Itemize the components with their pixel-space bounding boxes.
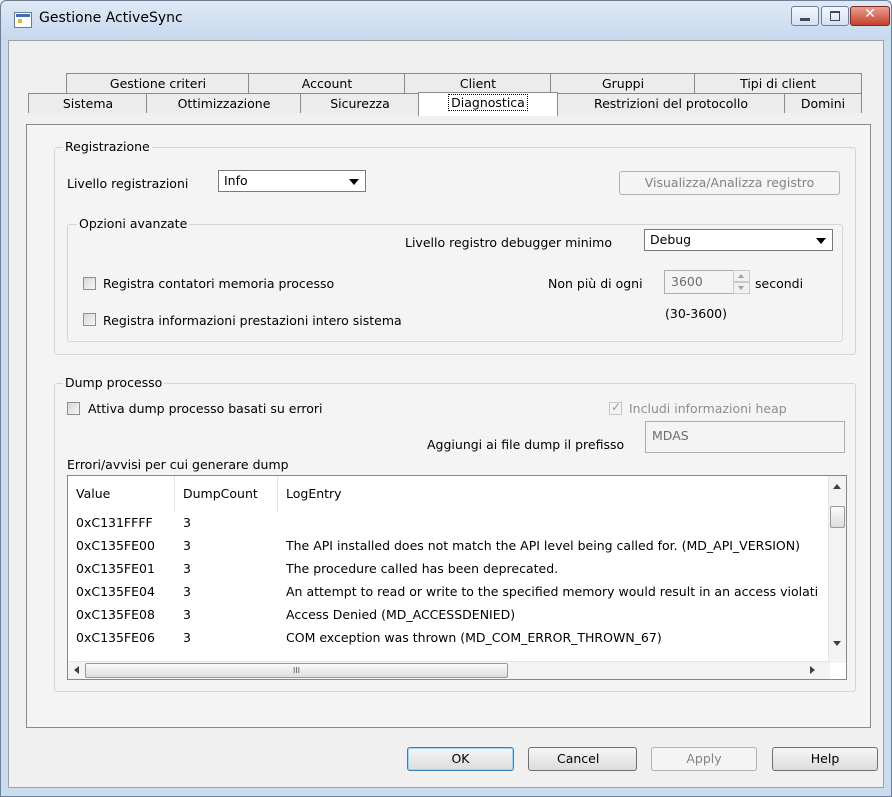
cell-value: 0xC131FFFF bbox=[76, 515, 153, 530]
vertical-scroll-thumb[interactable] bbox=[830, 506, 845, 528]
chevron-down-icon bbox=[349, 179, 359, 185]
cell-count: 3 bbox=[183, 515, 191, 530]
cancel-button[interactable]: Cancel bbox=[528, 747, 637, 771]
dump-processo-title: Dump processo bbox=[63, 375, 165, 390]
table-row[interactable]: 0xC135FE06 3 COM exception was thrown (M… bbox=[68, 626, 828, 649]
errori-avvisi-label: Errori/avvisi per cui generare dump bbox=[67, 457, 289, 472]
seconds-value: 3600 bbox=[671, 274, 703, 289]
cell-count: 3 bbox=[183, 607, 191, 622]
livello-registrazioni-label: Livello registrazioni bbox=[67, 176, 189, 191]
tab-gruppi[interactable]: Gruppi bbox=[550, 73, 696, 93]
tab-gestione-criteri[interactable]: Gestione criteri bbox=[66, 73, 250, 93]
livello-registrazioni-value: Info bbox=[224, 173, 248, 188]
table-row[interactable]: 0xC135FE04 3 An attempt to read or write… bbox=[68, 580, 828, 603]
horizontal-scroll-thumb[interactable]: III bbox=[85, 663, 508, 678]
range-hint-label: (30-3600) bbox=[665, 306, 727, 321]
table-row[interactable]: 0xC135FE01 3 The procedure called has be… bbox=[68, 557, 828, 580]
scroll-right-icon[interactable] bbox=[810, 666, 815, 674]
dump-errors-list[interactable]: Value DumpCount LogEntry 0xC131FFFF 3 0x… bbox=[67, 475, 847, 680]
scroll-grip: III bbox=[292, 666, 301, 675]
attiva-dump-label: Attiva dump processo basati su errori bbox=[88, 401, 323, 416]
horizontal-scrollbar[interactable]: III bbox=[68, 661, 830, 679]
seconds-input[interactable]: 3600 bbox=[664, 270, 734, 294]
tab-tipi-di-client[interactable]: Tipi di client bbox=[694, 73, 862, 93]
cell-count: 3 bbox=[183, 630, 191, 645]
cell-entry: Access Denied (MD_ACCESSDENIED) bbox=[286, 607, 516, 622]
prefisso-value: MDAS bbox=[652, 428, 689, 443]
debugger-level-select[interactable]: Debug bbox=[644, 229, 833, 251]
cell-value: 0xC135FE01 bbox=[76, 561, 155, 576]
secondi-label: secondi bbox=[755, 276, 804, 291]
cell-value: 0xC135FE04 bbox=[76, 584, 155, 599]
column-header-dumpcount[interactable]: DumpCount bbox=[175, 476, 278, 512]
cell-count: 3 bbox=[183, 538, 191, 553]
list-header: Value DumpCount LogEntry bbox=[68, 476, 828, 512]
maximize-button[interactable] bbox=[821, 6, 849, 26]
spin-down-button[interactable] bbox=[733, 282, 750, 294]
minimize-button[interactable] bbox=[791, 6, 819, 26]
tab-diagnostica[interactable]: Diagnostica bbox=[418, 92, 558, 116]
cell-value: 0xC135FE06 bbox=[76, 630, 155, 645]
tab-sicurezza[interactable]: Sicurezza bbox=[300, 93, 420, 113]
tab-restrizioni-protocollo[interactable]: Restrizioni del protocollo bbox=[556, 93, 786, 113]
debugger-level-value: Debug bbox=[650, 232, 692, 247]
includi-heap-checkbox[interactable] bbox=[609, 400, 622, 415]
tab-diagnostica-label: Diagnostica bbox=[448, 94, 528, 111]
cell-entry: COM exception was thrown (MD_COM_ERROR_T… bbox=[286, 630, 662, 645]
tab-domini[interactable]: Domini bbox=[784, 93, 862, 113]
close-button[interactable]: ✕ bbox=[850, 6, 890, 26]
livello-registrazioni-select[interactable]: Info bbox=[218, 170, 366, 192]
prefisso-label: Aggiungi ai file dump il prefisso bbox=[427, 437, 625, 452]
maximize-icon bbox=[830, 11, 840, 21]
tab-sistema[interactable]: Sistema bbox=[28, 93, 148, 113]
arrow-up-icon bbox=[738, 274, 744, 278]
tab-client[interactable]: Client bbox=[404, 73, 552, 93]
window-title: Gestione ActiveSync bbox=[39, 10, 183, 26]
vertical-scrollbar[interactable] bbox=[828, 476, 846, 663]
chevron-down-icon bbox=[816, 238, 826, 244]
non-piu-di-ogni-label: Non più di ogni bbox=[548, 276, 643, 291]
app-icon bbox=[14, 12, 32, 28]
scroll-down-icon[interactable] bbox=[833, 641, 841, 646]
table-row[interactable]: 0xC135FE08 3 Access Denied (MD_ACCESSDEN… bbox=[68, 603, 828, 626]
prefisso-input[interactable]: MDAS bbox=[645, 421, 845, 453]
opzioni-avanzate-title: Opzioni avanzate bbox=[77, 216, 190, 231]
tab-ottimizzazione[interactable]: Ottimizzazione bbox=[146, 93, 302, 113]
registra-memoria-label: Registra contatori memoria processo bbox=[103, 276, 335, 291]
scroll-up-icon[interactable] bbox=[833, 484, 841, 489]
close-icon: ✕ bbox=[864, 6, 876, 22]
arrow-down-icon bbox=[738, 286, 744, 290]
apply-button[interactable]: Apply bbox=[651, 747, 757, 771]
spin-up-button[interactable] bbox=[733, 270, 750, 282]
registra-memoria-checkbox[interactable] bbox=[83, 277, 96, 290]
cell-entry: An attempt to read or write to the speci… bbox=[286, 584, 818, 599]
scroll-left-icon[interactable] bbox=[74, 666, 79, 674]
ok-button[interactable]: OK bbox=[407, 747, 514, 771]
cell-entry: The API installed does not match the API… bbox=[286, 538, 801, 553]
tab-account[interactable]: Account bbox=[248, 73, 406, 93]
cell-entry: The procedure called has been deprecated… bbox=[286, 561, 559, 576]
column-header-value[interactable]: Value bbox=[68, 476, 175, 512]
help-button[interactable]: Help bbox=[772, 747, 878, 771]
registrazione-title: Registrazione bbox=[63, 139, 152, 154]
cell-count: 3 bbox=[183, 584, 191, 599]
registra-prestazioni-label: Registra informazioni prestazioni intero… bbox=[103, 313, 402, 328]
table-row[interactable]: 0xC131FFFF 3 bbox=[68, 511, 828, 534]
visualizza-registro-button[interactable]: Visualizza/Analizza registro bbox=[619, 171, 840, 195]
cell-value: 0xC135FE00 bbox=[76, 538, 155, 553]
title-bar[interactable]: Gestione ActiveSync ✕ bbox=[1, 1, 891, 41]
minimize-icon bbox=[800, 18, 810, 21]
attiva-dump-checkbox[interactable] bbox=[67, 402, 80, 415]
includi-heap-label: Includi informazioni heap bbox=[629, 401, 787, 416]
table-row[interactable]: 0xC135FE00 3 The API installed does not … bbox=[68, 534, 828, 557]
cell-count: 3 bbox=[183, 561, 191, 576]
registra-prestazioni-checkbox[interactable] bbox=[83, 313, 96, 326]
cell-value: 0xC135FE08 bbox=[76, 607, 155, 622]
debugger-label: Livello registro debugger minimo bbox=[405, 235, 612, 250]
column-header-logentry[interactable]: LogEntry bbox=[278, 476, 828, 512]
